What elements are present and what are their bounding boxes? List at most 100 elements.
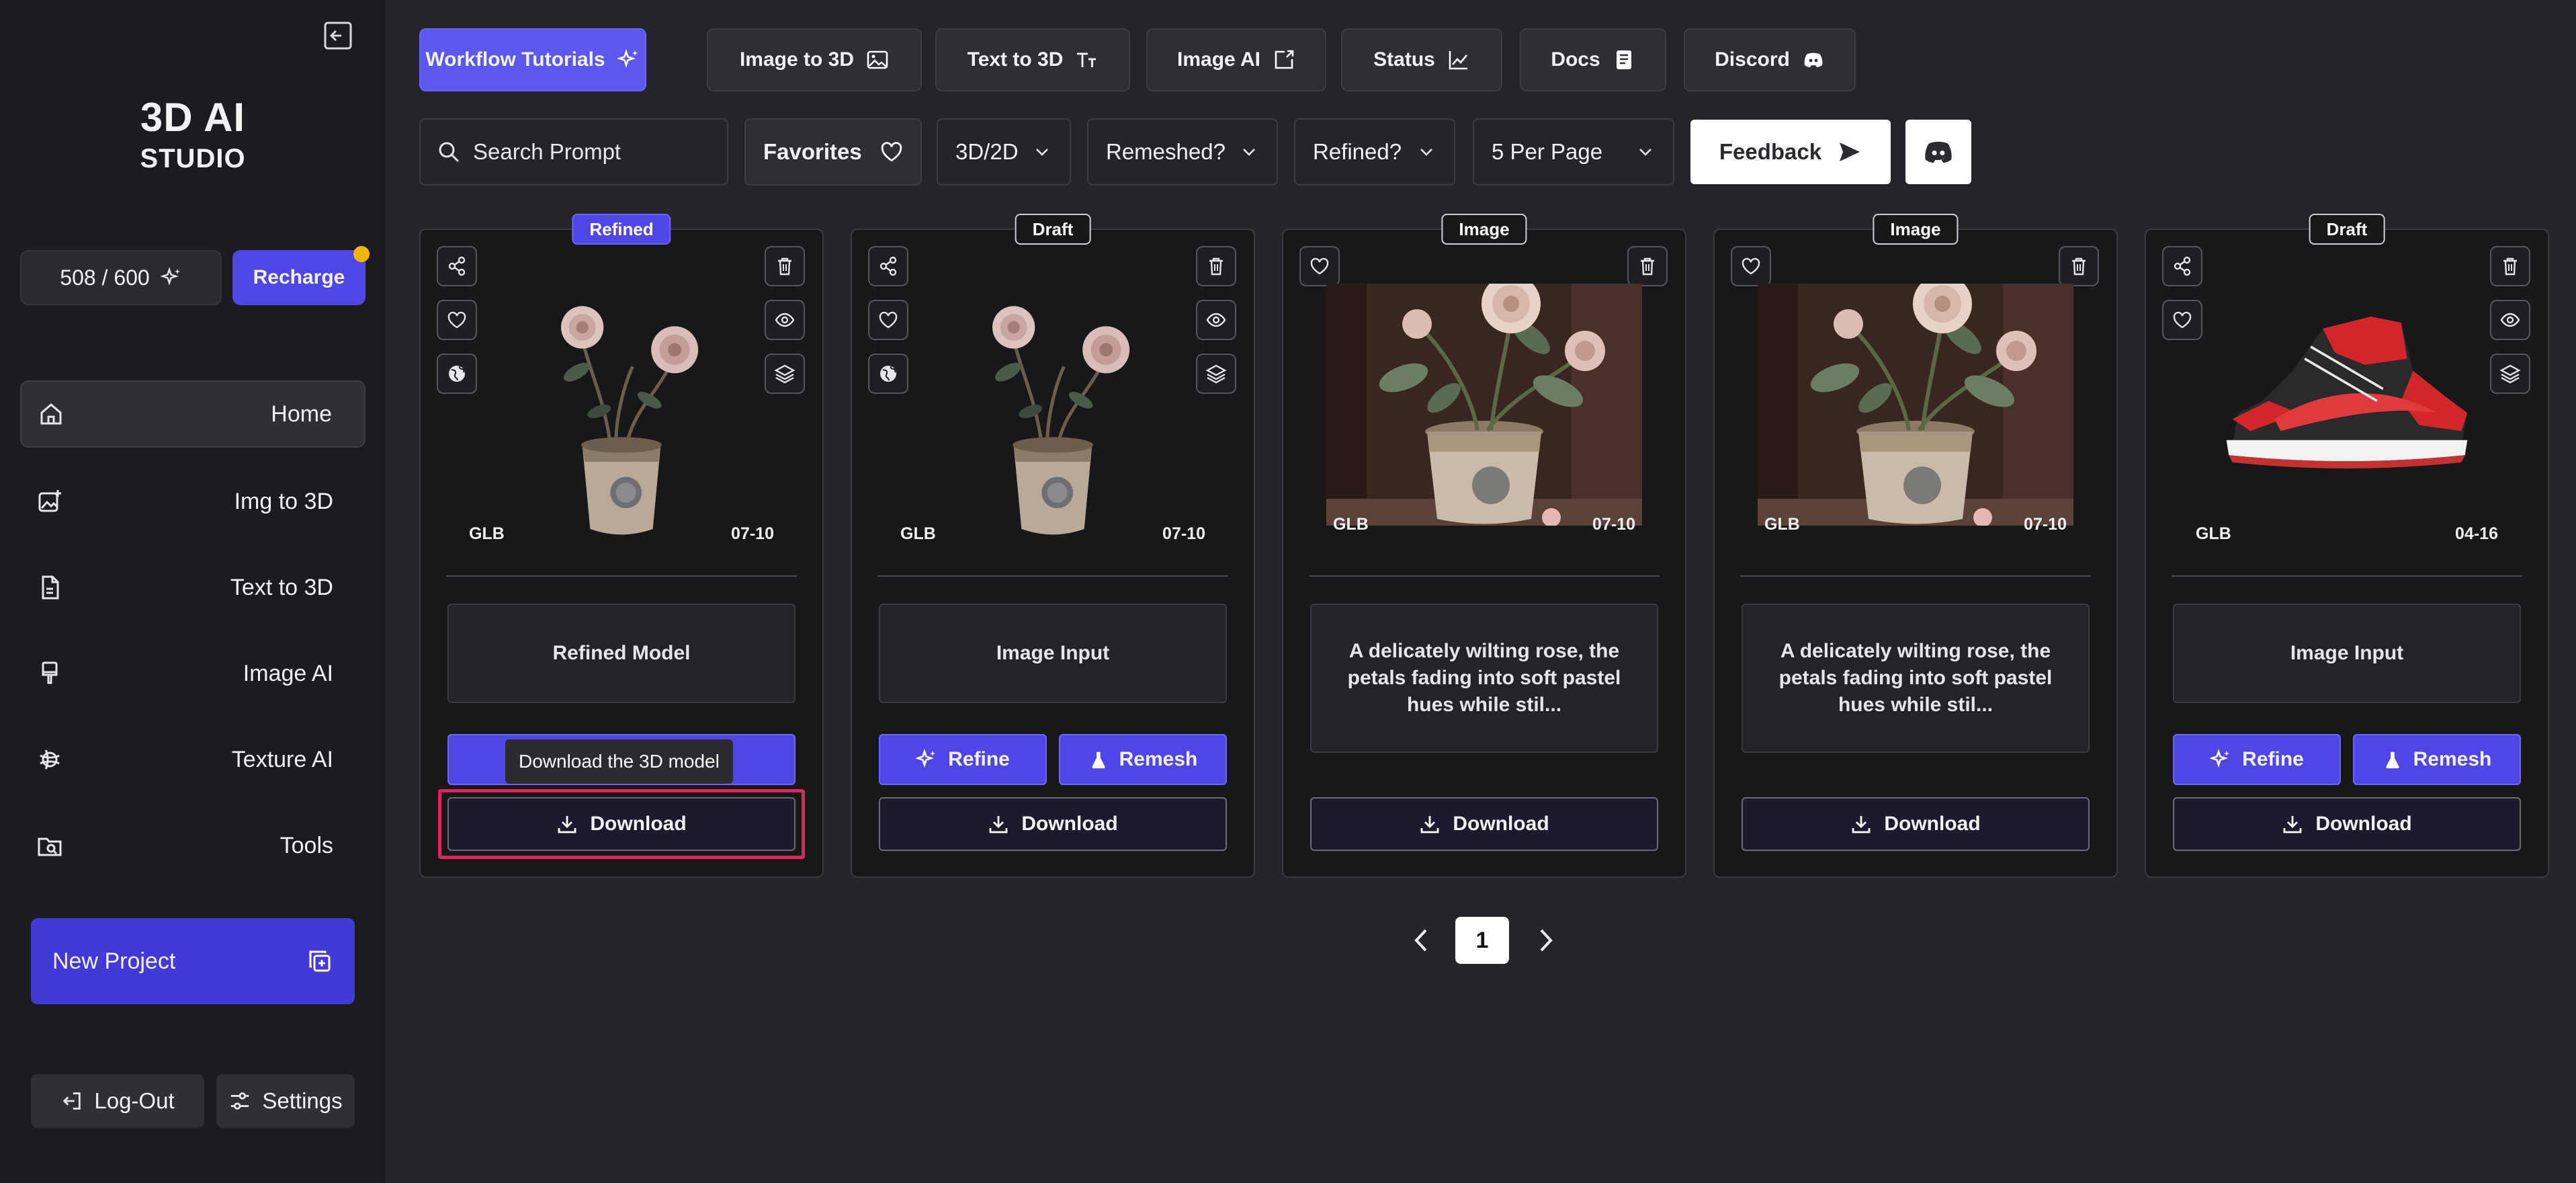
notification-dot <box>353 246 370 262</box>
delete-button[interactable] <box>1627 246 1668 286</box>
tab-label: Discord <box>1715 48 1790 71</box>
remesh-button[interactable]: Remesh <box>1059 734 1227 785</box>
sidebar-item-image-ai[interactable]: Image AI <box>20 640 366 707</box>
tab-discord[interactable]: Discord <box>1684 28 1856 91</box>
feedback-button[interactable]: Feedback <box>1690 120 1891 184</box>
credits-text: 508 / 600 <box>60 265 150 290</box>
card-description: Refined Model <box>447 604 796 703</box>
settings-button[interactable]: Settings <box>216 1074 355 1128</box>
refined-select-value: Refined? <box>1313 139 1402 164</box>
share-button[interactable] <box>2162 246 2202 286</box>
status-badge: Refined <box>572 214 671 245</box>
model-thumbnail[interactable] <box>421 284 822 539</box>
download-label: Download <box>590 813 687 835</box>
delete-button[interactable] <box>1196 246 1236 286</box>
image-thumbnail[interactable] <box>1715 284 2116 539</box>
tab-text-to-3d[interactable]: Text to 3D <box>935 28 1130 91</box>
delete-button[interactable] <box>2490 246 2530 286</box>
card-description: A delicately wilting rose, the petals fa… <box>1742 604 2090 753</box>
date-label: 07-10 <box>2024 515 2067 534</box>
per-page-select[interactable]: 5 Per Page <box>1473 118 1674 186</box>
download-button[interactable]: Download <box>2173 797 2521 851</box>
download-button[interactable]: Download <box>879 797 1227 851</box>
refine-label: Refine <box>948 748 1010 770</box>
send-icon <box>1840 142 1860 161</box>
discord-button[interactable] <box>1905 120 1971 184</box>
format-label: GLB <box>469 524 505 543</box>
type-select[interactable]: 3D/2D <box>937 118 1071 186</box>
project-card: Draft GLB 04-16 Image Input Refine Remes… <box>2145 214 2549 878</box>
format-label: GLB <box>900 524 936 543</box>
share-button[interactable] <box>868 246 908 286</box>
sidebar-item-tools[interactable]: Tools <box>20 812 366 879</box>
format-label: GLB <box>1333 515 1369 534</box>
tab-status[interactable]: Status <box>1341 28 1502 91</box>
chevron-down-icon <box>1639 149 1651 156</box>
divider <box>1740 575 2091 577</box>
project-card: Image GLB 07-10 A delicately wilting ros… <box>1713 214 2118 878</box>
new-project-button[interactable]: New Project <box>31 918 355 1004</box>
download-icon <box>1420 815 1439 833</box>
feedback-label: Feedback <box>1719 139 1822 164</box>
sidebar-item-label: Tools <box>280 832 333 858</box>
favorite-button[interactable] <box>1731 246 1771 286</box>
chevron-down-icon <box>1243 149 1255 156</box>
remesh-label: Remesh <box>1119 748 1198 770</box>
remeshed-select[interactable]: Remeshed? <box>1087 118 1278 186</box>
collapse-sidebar-button[interactable] <box>324 22 352 50</box>
search-icon <box>439 142 460 163</box>
logout-button[interactable]: Log-Out <box>31 1074 204 1128</box>
trash-icon <box>2071 257 2087 276</box>
heart-icon <box>1310 257 1329 275</box>
heart-icon <box>881 142 902 162</box>
discord-icon <box>1804 52 1823 67</box>
model-thumbnail[interactable] <box>852 284 1254 539</box>
flask-icon <box>2386 751 2399 769</box>
model-thumbnail[interactable] <box>2146 284 2548 539</box>
download-button[interactable]: Download <box>1742 797 2090 851</box>
sidebar: 3D AI STUDIO 508 / 600 Recharge Home Img… <box>0 0 386 1183</box>
tab-workflow-tutorials[interactable]: Workflow Tutorials <box>419 28 646 91</box>
search-input[interactable]: Search Prompt <box>419 118 728 186</box>
sidebar-item-texture-ai[interactable]: Texture AI <box>20 726 366 793</box>
download-icon <box>989 815 1008 833</box>
image-thumbnail[interactable] <box>1283 284 1685 539</box>
copy-plus-icon <box>309 950 331 972</box>
sidebar-item-home[interactable]: Home <box>20 380 366 448</box>
next-page-button[interactable] <box>1533 917 1560 964</box>
favorite-button[interactable] <box>1299 246 1340 286</box>
delete-button[interactable] <box>2059 246 2099 286</box>
divider <box>877 575 1228 577</box>
tab-image-to-3d[interactable]: Image to 3D <box>707 28 922 91</box>
sidebar-item-img-to-3d[interactable]: Img to 3D <box>20 468 366 535</box>
download-button[interactable]: Download <box>1310 797 1658 851</box>
share-icon <box>879 256 897 276</box>
prev-page-button[interactable] <box>1407 917 1434 964</box>
tab-image-ai[interactable]: Image AI <box>1146 28 1326 91</box>
download-button[interactable]: Download <box>447 797 796 851</box>
refined-select[interactable]: Refined? <box>1294 118 1455 186</box>
texture-icon <box>40 749 60 770</box>
sidebar-item-label: Img to 3D <box>234 488 333 514</box>
delete-button[interactable] <box>765 246 805 286</box>
remesh-label: Remesh <box>2413 748 2492 770</box>
chart-icon <box>1449 51 1467 70</box>
sparkles-icon <box>617 48 638 69</box>
refine-label: Refine <box>2242 748 2304 770</box>
collapse-icon <box>324 22 352 50</box>
per-page-select-value: 5 Per Page <box>1492 139 1603 164</box>
tab-docs[interactable]: Docs <box>1520 28 1666 91</box>
format-label: GLB <box>1764 515 1800 534</box>
refine-button[interactable]: Refine <box>2173 734 2341 785</box>
text-size-icon <box>1077 52 1097 67</box>
page-number-current[interactable]: 1 <box>1455 917 1509 964</box>
sidebar-item-text-to-3d[interactable]: Text to 3D <box>20 554 366 621</box>
search-placeholder: Search Prompt <box>473 139 621 164</box>
divider <box>446 575 797 577</box>
share-button[interactable] <box>437 246 477 286</box>
remesh-button[interactable]: Remesh <box>2353 734 2521 785</box>
refine-button[interactable]: Refine <box>879 734 1047 785</box>
recharge-button[interactable]: Recharge <box>232 246 370 305</box>
tab-label: Text to 3D <box>967 48 1064 71</box>
favorites-filter-button[interactable]: Favorites <box>744 118 922 186</box>
